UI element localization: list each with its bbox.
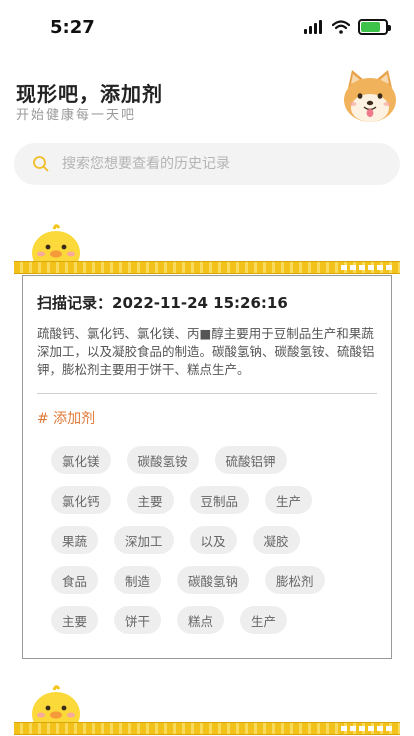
status-time: 5:27 xyxy=(50,17,95,38)
record-card[interactable]: 扫描记录：2022-11-24 15:26:16 疏酸钙、氯化钙、氯化镁、丙■醇… xyxy=(22,275,392,659)
tape-dots xyxy=(341,726,392,731)
additive-tag[interactable]: 氯化钙 xyxy=(51,486,111,514)
scan-timestamp: 2022-11-24 15:26:16 xyxy=(112,294,288,312)
search-icon xyxy=(33,156,49,172)
additive-tag[interactable]: 硫酸铝钾 xyxy=(214,446,287,474)
record-description: 疏酸钙、氯化钙、氯化镁、丙■醇主要用于豆制品生产和果蔬深加工，以及凝胶食品的制造… xyxy=(37,326,375,377)
tape-strip xyxy=(14,722,400,735)
divider xyxy=(37,393,377,394)
additive-tag[interactable]: 饼干 xyxy=(114,606,162,634)
scan-label: 扫描记录： xyxy=(37,294,113,312)
additive-tag[interactable]: 生产 xyxy=(265,486,313,514)
tag-row: 果蔬 深加工 以及 凝胶 xyxy=(51,526,377,554)
cellular-signal-icon xyxy=(304,20,322,34)
tape-strip xyxy=(14,261,400,274)
battery-level xyxy=(361,22,381,32)
additive-tag[interactable]: 碳酸氢钠 xyxy=(177,566,250,594)
page-title: 现形吧，添加剂 xyxy=(16,82,163,106)
tape-dots xyxy=(341,265,392,270)
additive-tag[interactable]: 氯化镁 xyxy=(51,446,111,474)
additive-tag[interactable]: 豆制品 xyxy=(189,486,250,514)
search-input[interactable] xyxy=(62,156,362,172)
search-bar[interactable] xyxy=(14,143,400,185)
status-icons xyxy=(304,19,391,35)
status-bar: 5:27 xyxy=(0,0,414,52)
tag-row: 主要 饼干 糕点 生产 xyxy=(51,606,377,634)
additive-tag[interactable]: 糕点 xyxy=(177,606,225,634)
battery-icon xyxy=(358,19,391,35)
page-subtitle: 开始健康每一天吧 xyxy=(16,108,137,123)
additive-tag[interactable]: 碳酸氢铵 xyxy=(126,446,199,474)
additive-tag[interactable]: 膨松剂 xyxy=(265,566,325,594)
tag-row: 食品 制造 碳酸氢钠 膨松剂 xyxy=(51,566,377,594)
additive-tag[interactable]: 深加工 xyxy=(114,526,174,554)
tag-row: 氯化钙 主要 豆制品 生产 xyxy=(51,486,377,514)
additive-tag[interactable]: 食品 xyxy=(51,566,99,594)
additives-section-title: # 添加剂 xyxy=(37,411,96,427)
wifi-icon xyxy=(332,20,350,34)
shiba-dog-avatar-icon[interactable] xyxy=(340,66,400,126)
additive-tag[interactable]: 主要 xyxy=(51,606,99,634)
additive-tag[interactable]: 生产 xyxy=(240,606,288,634)
additive-tag[interactable]: 以及 xyxy=(189,526,237,554)
additive-tag[interactable]: 制造 xyxy=(114,566,162,594)
additive-tag[interactable]: 主要 xyxy=(126,486,174,514)
additive-tag[interactable]: 果蔬 xyxy=(51,526,99,554)
additive-tags: 氯化镁 碳酸氢铵 硫酸铝钾 氯化钙 主要 豆制品 生产 果蔬 深加工 以及 凝胶… xyxy=(37,446,377,634)
tag-row: 氯化镁 碳酸氢铵 硫酸铝钾 xyxy=(51,446,377,474)
additive-tag[interactable]: 凝胶 xyxy=(252,526,300,554)
record-heading: 扫描记录：2022-11-24 15:26:16 xyxy=(37,292,377,313)
